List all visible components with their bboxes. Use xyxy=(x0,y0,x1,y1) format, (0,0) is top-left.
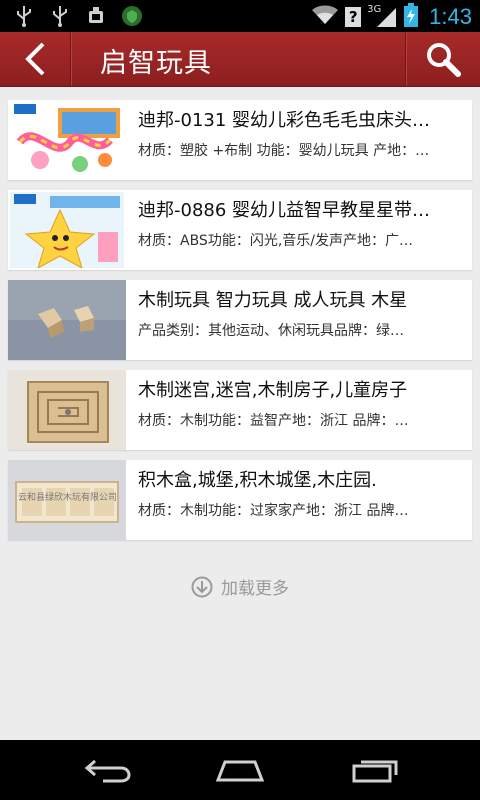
product-thumbnail xyxy=(10,192,124,268)
item-title: 迪邦-0886 婴幼儿益智早教星星带… xyxy=(138,200,431,221)
status-time: 1:43 xyxy=(429,4,472,29)
shield-icon xyxy=(120,4,144,28)
status-bar: ? 3G 1:43 xyxy=(0,0,480,32)
item-title: 木制迷宫,迷宫,木制房子,儿童房子 xyxy=(138,380,408,401)
item-subtitle: 材质：木制功能：益智产地：浙江 品牌：… xyxy=(138,413,409,429)
download-circle-icon xyxy=(191,576,213,597)
list-item[interactable]: 迪邦-0131 婴幼儿彩色毛毛虫床头… 材质：塑胶 +布制 功能：婴幼儿玩具 产… xyxy=(8,100,472,180)
list-item[interactable]: 云和县绿欣木玩有限公司 积木盒,城堡,积木城堡,木庄园. 材质：木制功能：过家家… xyxy=(8,460,472,540)
load-more-label: 加载更多 xyxy=(221,579,289,599)
usb-icon xyxy=(48,4,72,28)
wifi-icon xyxy=(311,5,339,29)
load-more-button[interactable]: 加载更多 xyxy=(0,574,480,599)
usb-icon xyxy=(12,4,36,28)
chevron-left-icon xyxy=(25,42,45,76)
item-subtitle: 产品类别：其他运动、休闲玩具品牌：绿… xyxy=(138,323,404,339)
product-thumbnail: 云和县绿欣木玩有限公司 xyxy=(8,460,126,540)
nav-recent-apps-button[interactable] xyxy=(330,750,420,790)
item-title: 迪邦-0131 婴幼儿彩色毛毛虫床头… xyxy=(138,110,431,131)
recent-apps-icon xyxy=(352,760,398,783)
search-button[interactable] xyxy=(406,32,480,86)
title-bar: 启智玩具 xyxy=(0,32,480,87)
item-subtitle: 材质：木制功能：过家家产地：浙江 品牌… xyxy=(138,503,409,519)
item-subtitle: 材质：塑胶 +布制 功能：婴幼儿玩具 产地：… xyxy=(138,143,430,159)
product-thumbnail xyxy=(8,370,126,450)
product-thumbnail xyxy=(8,280,126,360)
navigation-bar xyxy=(0,740,480,800)
list-item[interactable]: 木制玩具 智力玩具 成人玩具 木星 产品类别：其他运动、休闲玩具品牌：绿… xyxy=(8,280,472,360)
list-item[interactable]: 木制迷宫,迷宫,木制房子,儿童房子 材质：木制功能：益智产地：浙江 品牌：… xyxy=(8,370,472,450)
item-title: 木制玩具 智力玩具 成人玩具 木星 xyxy=(138,290,408,311)
product-thumbnail xyxy=(10,102,124,178)
nav-home-button[interactable] xyxy=(195,750,285,790)
android-debug-icon xyxy=(84,4,108,28)
back-arrow-icon xyxy=(84,759,131,783)
divider xyxy=(70,32,71,86)
back-button[interactable] xyxy=(0,32,70,86)
search-icon xyxy=(427,43,461,77)
item-subtitle: 材质：ABS功能：闪光,音乐/发声产地：广… xyxy=(138,233,413,249)
battery-icon xyxy=(403,3,419,31)
help-badge: ? xyxy=(345,7,362,27)
page-title: 启智玩具 xyxy=(100,48,212,79)
nav-back-button[interactable] xyxy=(62,750,152,790)
list-item[interactable]: 迪邦-0886 婴幼儿益智早教星星带… 材质：ABS功能：闪光,音乐/发声产地：… xyxy=(8,190,472,270)
item-title: 积木盒,城堡,积木城堡,木庄园. xyxy=(138,470,377,491)
product-list: 迪邦-0131 婴幼儿彩色毛毛虫床头… 材质：塑胶 +布制 功能：婴幼儿玩具 产… xyxy=(8,100,472,550)
signal-icon: 3G xyxy=(367,4,397,28)
home-icon xyxy=(215,760,265,782)
thumbnail-watermark: 云和县绿欣木玩有限公司 xyxy=(18,493,118,503)
